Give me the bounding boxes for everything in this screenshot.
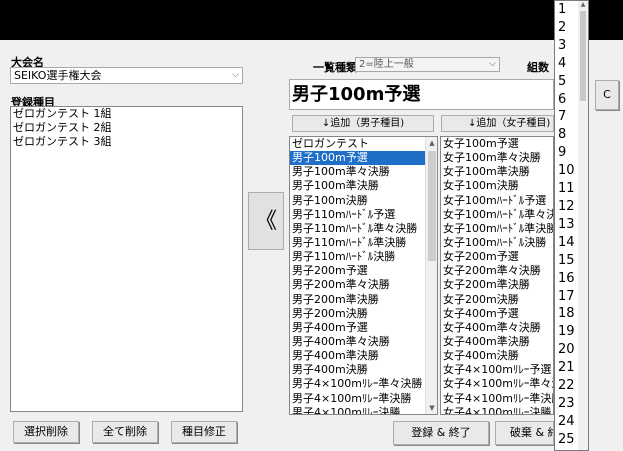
female-event-item[interactable]: 女子400m準決勝 (441, 335, 553, 349)
female-event-item[interactable]: 女子400m準々決勝 (441, 321, 553, 335)
add-male-button[interactable]: ↓追加（男子種目) (292, 115, 434, 132)
female-event-item[interactable]: 女子200m決勝 (441, 293, 553, 307)
list-type-label: 一覧種類 (313, 61, 357, 74)
female-event-item[interactable]: 女子100m準決勝 (441, 165, 553, 179)
male-event-item[interactable]: 男子200m決勝 (290, 307, 437, 321)
female-event-item[interactable]: 女子200m予選 (441, 250, 553, 264)
male-event-item[interactable]: 男子200m予選 (290, 264, 437, 278)
female-event-item[interactable]: 女子100mﾊｰﾄﾞﾙ準々決勝 (441, 208, 553, 222)
female-event-item[interactable]: 女子100m決勝 (441, 179, 553, 193)
delete-selected-button[interactable]: 選択削除 (13, 421, 79, 443)
female-event-item[interactable]: 女子100mﾊｰﾄﾞﾙ決勝 (441, 236, 553, 250)
female-event-list[interactable]: 女子100m予選 女子100m準々決勝 女子100m準決勝 女子100m決勝 女子100… (440, 136, 554, 415)
register-end-button[interactable]: 登録 & 終了 (393, 421, 489, 445)
female-event-item[interactable]: 女子4×100mﾘﾚｰ決勝 (441, 406, 553, 414)
dropdown-scrollbar[interactable]: ▲ (578, 1, 588, 450)
discard-button[interactable]: 破棄 & 終 (495, 421, 554, 445)
male-event-item[interactable]: 男子4×100mﾘﾚｰ決勝 (290, 406, 437, 414)
female-event-item[interactable]: 女子100mﾊｰﾄﾞﾙ準決勝 (441, 222, 553, 236)
group-count-dropdown[interactable]: 1 2 3 4 5 6 7 8 9 10 11 12 13 14 15 16 17 18 19 20 21 22 23 24 2… (554, 0, 589, 451)
male-list-scrollbar[interactable]: ▲ ▼ (425, 137, 437, 414)
delete-all-button[interactable]: 全て削除 (92, 421, 158, 443)
edit-event-button[interactable]: 種目修正 (171, 421, 237, 443)
registered-list[interactable]: ゼロガンテスト 1組 ゼロガンテスト 2組 ゼロガンテスト 3組 (10, 106, 243, 412)
female-event-item[interactable]: 女子400m決勝 (441, 349, 553, 363)
registered-item[interactable]: ゼロガンテスト 2組 (11, 121, 242, 135)
male-event-item[interactable]: 男子400m準決勝 (290, 349, 437, 363)
female-event-item[interactable]: 女子100m準々決勝 (441, 151, 553, 165)
female-event-item[interactable]: 女子200m準決勝 (441, 278, 553, 292)
male-event-item[interactable]: 男子200m準々決勝 (290, 278, 437, 292)
chevron-down-icon: ⌵ (232, 70, 239, 80)
male-event-item[interactable]: 男子100m決勝 (290, 194, 437, 208)
c-button[interactable]: C (595, 80, 619, 110)
female-event-item[interactable]: 女子100mﾊｰﾄﾞﾙ予選 (441, 194, 553, 208)
male-event-item[interactable]: 男子110mﾊｰﾄﾞﾙ決勝 (290, 250, 437, 264)
tournament-select[interactable]: SEIKO選手権大会 ⌵ (10, 67, 243, 84)
male-event-item[interactable]: 男子200m準決勝 (290, 293, 437, 307)
male-event-item[interactable]: 男子110mﾊｰﾄﾞﾙ予選 (290, 208, 437, 222)
female-event-item[interactable]: 女子4×100mﾘﾚｰ予選 (441, 363, 553, 377)
group-count-label: 組数 (527, 61, 549, 74)
female-event-item[interactable]: 女子400m予選 (441, 307, 553, 321)
male-event-item[interactable]: 男子110mﾊｰﾄﾞﾙ準決勝 (290, 236, 437, 250)
move-left-button[interactable]: 《 (248, 192, 284, 250)
female-event-item[interactable]: 女子4×100mﾘﾚｰ準々決勝 (441, 377, 553, 391)
male-event-item[interactable]: 男子4×100mﾘﾚｰ準々決勝 (290, 377, 437, 391)
male-event-item[interactable]: 男子400m予選 (290, 321, 437, 335)
female-event-item[interactable]: 女子200m準々決勝 (441, 264, 553, 278)
male-event-item[interactable]: 男子100m準決勝 (290, 179, 437, 193)
male-event-item[interactable]: 男子400m決勝 (290, 363, 437, 377)
male-event-list[interactable]: ゼロガンテスト 男子100m予選 男子100m準々決勝 男子100m準決勝 男子100m… (289, 136, 438, 415)
female-event-item[interactable]: 女子4×100mﾘﾚｰ準決勝 (441, 392, 553, 406)
event-title: 男子100m予選 (289, 79, 554, 110)
list-type-value: 2=陸上一般 (359, 59, 414, 70)
chevron-down-icon: ⌵ (489, 59, 496, 69)
scroll-thumb[interactable] (580, 11, 586, 101)
male-event-item[interactable]: 男子110mﾊｰﾄﾞﾙ準々決勝 (290, 222, 437, 236)
scroll-down-icon[interactable]: ▼ (426, 402, 438, 414)
male-event-item[interactable]: ゼロガンテスト (290, 137, 437, 151)
registered-item[interactable]: ゼロガンテスト 1組 (11, 107, 242, 121)
male-event-item[interactable]: 男子400m準々決勝 (290, 335, 437, 349)
scroll-up-icon[interactable]: ▲ (426, 137, 438, 149)
scroll-thumb[interactable] (428, 151, 436, 261)
registered-item[interactable]: ゼロガンテスト 3組 (11, 135, 242, 149)
male-event-item[interactable]: 男子4×100mﾘﾚｰ準決勝 (290, 392, 437, 406)
list-type-select[interactable]: 2=陸上一般 ⌵ (355, 57, 500, 72)
male-event-item[interactable]: 男子100m予選 (290, 151, 437, 166)
tournament-value: SEIKO選手権大会 (14, 69, 102, 82)
add-female-button[interactable]: ↓追加（女子種目) (441, 115, 554, 132)
female-event-item[interactable]: 女子100m予選 (441, 137, 553, 151)
scroll-up-icon[interactable]: ▲ (578, 1, 588, 8)
title-bar (0, 0, 623, 40)
male-event-item[interactable]: 男子100m準々決勝 (290, 165, 437, 179)
